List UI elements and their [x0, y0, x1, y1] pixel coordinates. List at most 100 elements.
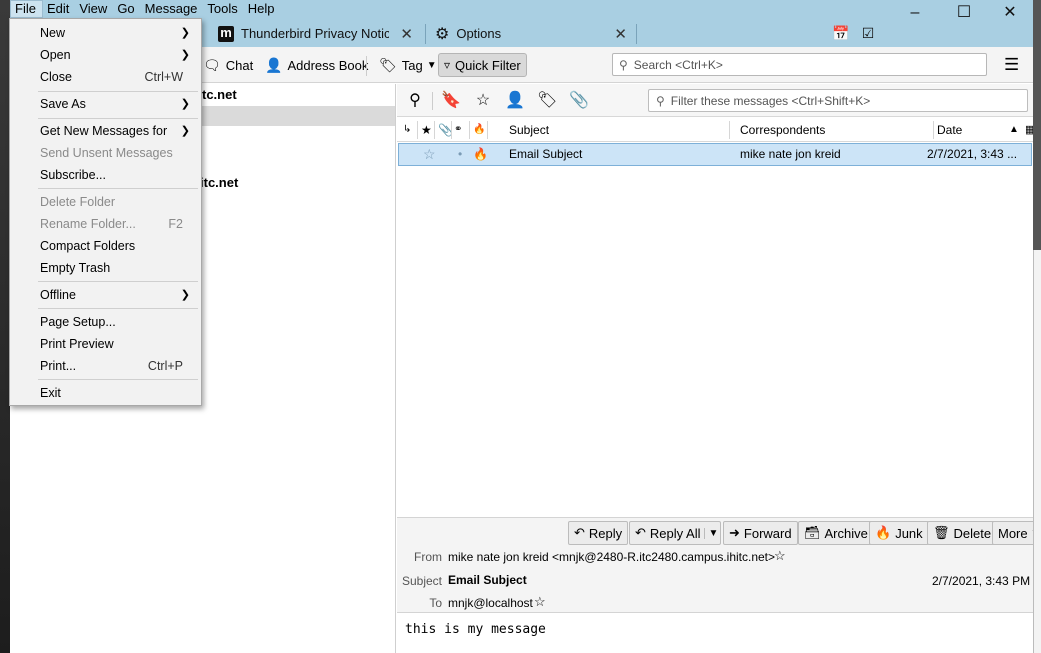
menu-item-compact-folders[interactable]: Compact Folders	[10, 235, 201, 257]
tab-options[interactable]: ⚙ Options ✕	[435, 20, 635, 47]
menu-file[interactable]: File	[10, 0, 43, 18]
more-button[interactable]: More ▼	[992, 521, 1033, 545]
filter-messages-input[interactable]: ⚲ Filter these messages <Ctrl+Shift+K>	[648, 89, 1028, 112]
maximize-button[interactable]: ☐	[941, 2, 987, 24]
search-icon: ⚲	[656, 93, 665, 108]
app-menu-icon[interactable]: ☰	[1004, 55, 1019, 75]
menu-item-label: New	[40, 26, 66, 40]
from-value[interactable]: mike nate jon kreid <mnjk@2480-R.itc2480…	[448, 550, 775, 564]
menu-item-offline[interactable]: Offline ❯	[10, 284, 201, 306]
close-icon[interactable]: ✕	[400, 25, 413, 43]
menu-separator	[38, 308, 198, 309]
menu-item-close[interactable]: Close Ctrl+W	[10, 66, 201, 88]
menu-item-empty-trash[interactable]: Empty Trash	[10, 257, 201, 279]
correspondents-column-header[interactable]: Correspondents	[740, 118, 825, 142]
menu-tools[interactable]: Tools	[203, 0, 243, 18]
account-row-2[interactable]: itc.net	[200, 173, 238, 193]
filter-placeholder: Filter these messages <Ctrl+Shift+K>	[670, 93, 871, 108]
archive-button[interactable]: 🗃 Archive	[798, 521, 874, 545]
chat-button[interactable]: 🗨 Chat	[198, 53, 258, 77]
menu-item-subscribe[interactable]: Subscribe...	[10, 164, 201, 186]
menu-item-delete-folder[interactable]: Delete Folder	[10, 191, 201, 213]
menu-item-exit[interactable]: Exit	[10, 382, 201, 404]
funnel-icon: ▿	[444, 58, 451, 72]
tab-label: Options	[456, 26, 502, 41]
thread-column-icon[interactable]: ↳	[403, 118, 411, 142]
read-column-icon[interactable]: ⚭	[454, 118, 462, 142]
column-picker-icon[interactable]: ▦	[1025, 118, 1033, 142]
menu-separator	[38, 379, 198, 380]
chevron-right-icon: ❯	[180, 289, 190, 301]
tab-privacy-notice[interactable]: m Thunderbird Privacy Notice ✕	[218, 20, 421, 47]
address-book-button[interactable]: 👤 Address Book	[260, 53, 373, 77]
account-row-1[interactable]: tc.net	[202, 85, 237, 105]
table-row[interactable]: ☆ • 🔥 Email Subject mike nate jon kreid …	[398, 143, 1032, 166]
junk-column-icon[interactable]: 🔥	[473, 118, 485, 142]
menu-item-label: Save As	[40, 97, 86, 111]
contact-icon[interactable]: 👤	[505, 91, 525, 111]
menu-item-save-as[interactable]: Save As ❯	[10, 93, 201, 115]
forward-button[interactable]: ➜ Forward	[723, 521, 798, 545]
minimize-button[interactable]: –	[892, 2, 938, 24]
menu-help[interactable]: Help	[244, 0, 281, 18]
menu-item-open[interactable]: Open ❯	[10, 44, 201, 66]
menu-item-print-preview[interactable]: Print Preview	[10, 333, 201, 355]
starred-star-icon[interactable]: ☆	[473, 91, 493, 111]
menu-bar: File Edit View Go Message Tools Help	[10, 0, 281, 18]
search-icon: ⚲	[619, 57, 628, 72]
menu-item-send-unsent[interactable]: Send Unsent Messages	[10, 142, 201, 164]
tag-icon[interactable]: 🏷	[537, 91, 557, 111]
chevron-right-icon: ❯	[180, 27, 190, 39]
menu-separator	[38, 118, 198, 119]
junk-button[interactable]: 🔥 Junk	[869, 521, 929, 545]
star-column-icon[interactable]: ★	[421, 118, 432, 142]
search-placeholder: Search <Ctrl+K>	[633, 57, 723, 72]
trash-icon: 🗑	[933, 525, 950, 540]
menu-item-label: Get New Messages for	[40, 124, 168, 138]
reply-button[interactable]: ↶ Reply	[568, 521, 629, 545]
address-book-label: Address Book	[287, 57, 369, 73]
menu-item-new[interactable]: New ❯	[10, 22, 201, 44]
menu-edit[interactable]: Edit	[43, 0, 75, 18]
column-separator	[487, 121, 488, 139]
date-column-header[interactable]: Date	[937, 118, 962, 142]
menu-view[interactable]: View	[75, 0, 113, 18]
to-value[interactable]: mnjk@localhost	[448, 596, 533, 610]
search-input[interactable]: ⚲ Search <Ctrl+K>	[612, 53, 987, 76]
chevron-right-icon: ❯	[180, 98, 190, 110]
star-icon[interactable]: ☆	[423, 144, 436, 165]
read-status-dot-icon[interactable]: •	[458, 144, 462, 165]
junk-status-icon[interactable]: 🔥	[473, 144, 488, 165]
reply-all-button[interactable]: ↶ Reply All ▼	[629, 521, 722, 545]
subject-label: Subject	[401, 574, 442, 588]
menu-item-print[interactable]: Print... Ctrl+P	[10, 355, 201, 377]
menu-item-get-new-messages[interactable]: Get New Messages for ❯	[10, 120, 201, 142]
menu-item-label: Print Preview	[40, 337, 114, 351]
close-window-button[interactable]: ✕	[987, 2, 1033, 24]
reply-all-arrow-icon: ↶	[635, 525, 646, 540]
subject-column-header[interactable]: Subject	[509, 118, 549, 142]
sticky-pin-icon[interactable]: ⚲	[405, 91, 425, 111]
close-icon[interactable]: ✕	[614, 25, 627, 43]
attachment-paperclip-icon[interactable]: 📎	[569, 91, 589, 111]
menu-go[interactable]: Go	[113, 0, 140, 18]
chevron-down-icon: ▼	[704, 527, 718, 539]
menu-item-rename-folder[interactable]: Rename Folder... F2	[10, 213, 201, 235]
star-icon[interactable]: ☆	[534, 594, 546, 610]
mozilla-logo-icon: m	[218, 25, 234, 42]
menu-item-label: Close	[40, 70, 72, 84]
quick-filter-button[interactable]: ▿ Quick Filter	[438, 53, 527, 77]
chevron-right-icon: ❯	[180, 49, 190, 61]
star-icon[interactable]: ☆	[774, 548, 786, 564]
column-separator	[451, 121, 452, 139]
message-headers: From mike nate jon kreid <mnjk@2480-R.it…	[397, 547, 1033, 613]
tag-button[interactable]: 🏷 Tag ▼	[374, 53, 442, 77]
unread-bookmark-icon[interactable]: 🔖	[441, 91, 461, 111]
to-label: To	[429, 596, 442, 610]
delete-button[interactable]: 🗑 Delete	[927, 521, 998, 545]
menu-message[interactable]: Message	[141, 0, 204, 18]
from-label: From	[414, 550, 442, 564]
tasks-icon[interactable]: ☑	[845, 22, 891, 44]
menu-item-label: Delete Folder	[40, 195, 116, 209]
menu-item-page-setup[interactable]: Page Setup...	[10, 311, 201, 333]
